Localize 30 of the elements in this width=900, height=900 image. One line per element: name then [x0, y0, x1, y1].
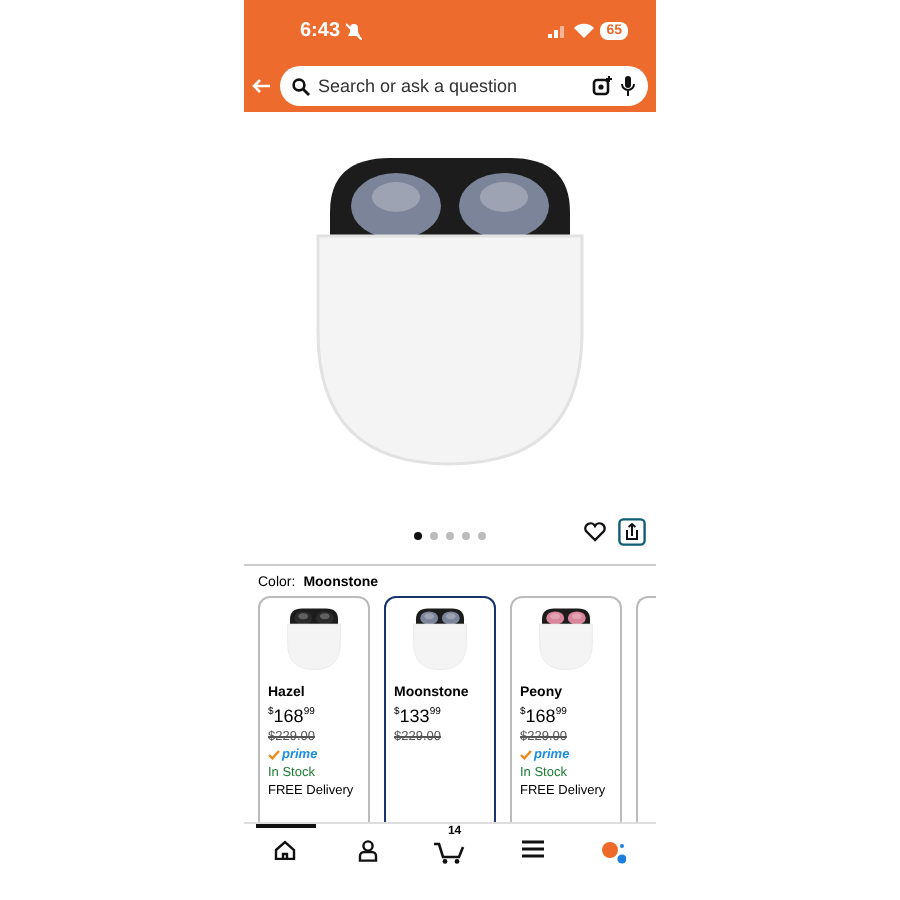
search-input[interactable]: Search or ask a question	[318, 76, 584, 96]
bell-muted-icon	[346, 21, 363, 39]
carousel-dot[interactable]	[414, 532, 422, 540]
chat-bubbles-icon	[602, 840, 627, 864]
variant-price: $^{$}$133$^{99}$	[394, 704, 443, 728]
status-time: 6:43	[300, 19, 341, 41]
microphone-icon[interactable]	[620, 76, 636, 96]
carousel-dot[interactable]	[446, 532, 454, 540]
camera-icon[interactable]	[592, 76, 612, 96]
share-icon[interactable]	[618, 518, 646, 546]
earbuds-thumbnail	[536, 606, 596, 672]
earbuds-thumbnail	[410, 606, 470, 672]
check-icon	[268, 750, 280, 760]
heart-icon[interactable]	[584, 522, 606, 542]
check-icon	[520, 750, 532, 760]
person-icon	[357, 840, 378, 862]
search-bar[interactable]: Search or ask a question	[280, 66, 648, 106]
search-icon	[292, 77, 310, 95]
back-arrow-icon[interactable]	[252, 78, 272, 94]
home-icon	[274, 840, 297, 860]
signal-icon	[548, 22, 569, 38]
earbuds-thumbnail	[284, 606, 344, 672]
variant-price: $^{$}$168$^{99}$	[268, 704, 317, 728]
carousel-dot[interactable]	[462, 532, 470, 540]
carousel-dot[interactable]	[430, 532, 438, 540]
cart-icon	[433, 840, 466, 864]
wifi-icon	[574, 22, 595, 38]
variant-price: $^{$}$168$^{99}$	[520, 704, 569, 728]
menu-icon	[521, 840, 544, 858]
carousel-dot[interactable]	[478, 532, 486, 540]
